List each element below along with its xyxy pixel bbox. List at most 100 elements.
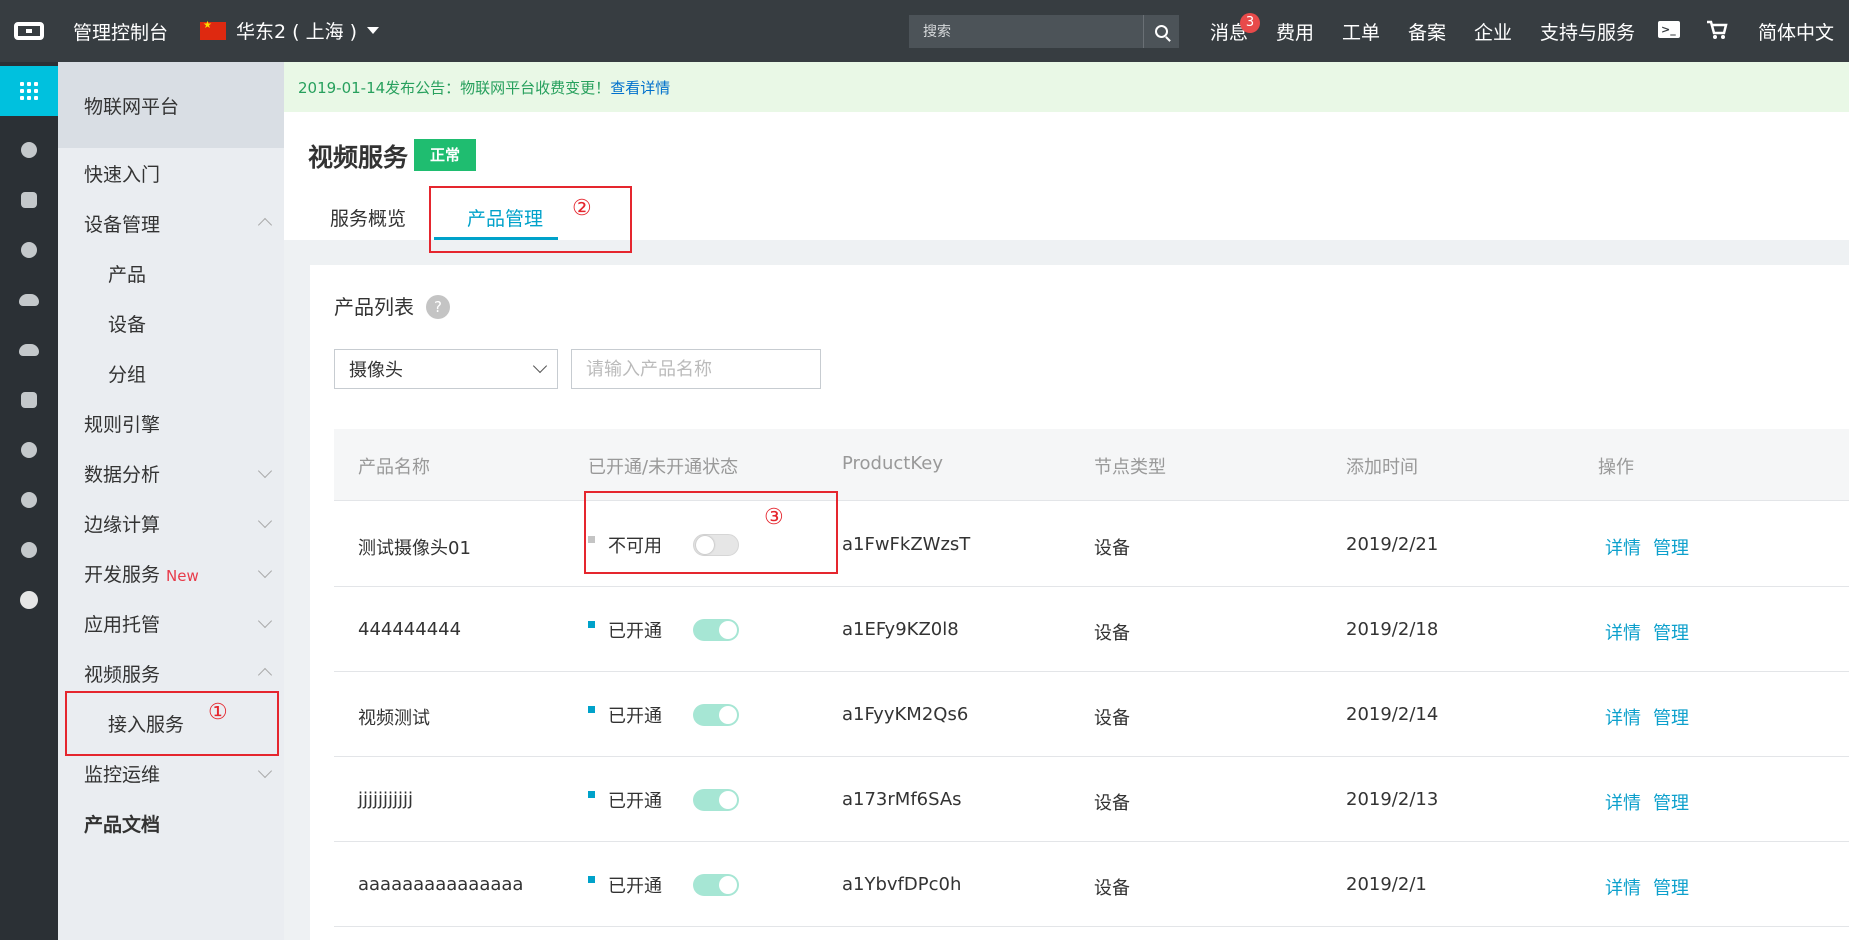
cloud-upload-icon xyxy=(19,344,39,356)
rail-network[interactable] xyxy=(0,375,58,425)
search-circle-icon xyxy=(21,142,37,158)
menu-product-docs[interactable]: 产品文档 xyxy=(84,810,160,837)
search-box xyxy=(909,15,1179,48)
region-selector[interactable]: 华东2 ( 上海 ) xyxy=(200,17,380,44)
node-type: 设备 xyxy=(1094,538,1130,559)
rail-apps[interactable] xyxy=(0,66,58,116)
manage-link[interactable]: 管理 xyxy=(1653,534,1689,560)
nav-tickets[interactable]: 工单 xyxy=(1342,18,1380,45)
page-title: 视频服务 xyxy=(308,143,409,172)
annotation-marker-3: ③ xyxy=(764,505,784,530)
rail-cloud-upload[interactable] xyxy=(0,325,58,375)
details-link[interactable]: 详情 xyxy=(1605,874,1641,900)
chevron-down-icon xyxy=(257,763,273,779)
rail-globe[interactable] xyxy=(0,475,58,525)
menu-device-management[interactable]: 设备管理 xyxy=(84,210,160,237)
product-key: a173rMf6SAs xyxy=(842,789,962,810)
chevron-down-icon xyxy=(257,463,273,479)
col-status: 已开通/未开通状态 xyxy=(588,457,739,478)
annotation-box-2 xyxy=(429,186,632,253)
caret-down-icon xyxy=(367,27,380,34)
language-selector[interactable]: 简体中文 xyxy=(1758,18,1834,45)
aliyun-logo-icon[interactable] xyxy=(0,0,58,62)
announcement-text: 2019-01-14发布公告：物联网平台收费变更！ xyxy=(298,78,611,97)
nav-support[interactable]: 支持与服务 xyxy=(1540,18,1635,45)
added-date: 2019/2/18 xyxy=(1346,619,1439,640)
menu-product[interactable]: 产品 xyxy=(108,260,146,287)
details-link[interactable]: 详情 xyxy=(1605,619,1641,645)
chevron-up-icon xyxy=(257,667,273,683)
search-button[interactable] xyxy=(1143,15,1179,48)
terminal-icon[interactable]: >_ xyxy=(1658,21,1680,38)
node-type: 设备 xyxy=(1094,623,1130,644)
manage-link[interactable]: 管理 xyxy=(1653,704,1689,730)
service-toggle[interactable] xyxy=(693,789,739,811)
col-product-name: 产品名称 xyxy=(358,457,430,478)
menu-data-analytics[interactable]: 数据分析 xyxy=(84,460,160,487)
node-type: 设备 xyxy=(1094,793,1130,814)
rail-circle[interactable] xyxy=(0,575,58,625)
menu-dev-service[interactable]: 开发服务 New xyxy=(84,560,199,587)
tab-service-overview[interactable]: 服务概览 xyxy=(330,204,406,231)
nav-icp[interactable]: 备案 xyxy=(1408,18,1446,45)
product-key: a1FwFkZWzsT xyxy=(842,534,971,555)
rail-search[interactable] xyxy=(0,125,58,175)
annotation-box-3 xyxy=(584,491,838,574)
menu-group[interactable]: 分组 xyxy=(108,360,146,387)
announcement-link[interactable]: 查看详情 xyxy=(610,77,670,98)
nav-enterprise[interactable]: 企业 xyxy=(1474,18,1512,45)
table-header: 产品名称 已开通/未开通状态 ProductKey 节点类型 添加时间 操作 xyxy=(334,429,1849,501)
status-label: 已开通 xyxy=(608,791,662,812)
status-dot xyxy=(588,791,595,798)
product-type-select[interactable]: 摄像头 xyxy=(334,349,558,389)
product-list-title: 产品列表 xyxy=(334,295,414,319)
added-date: 2019/2/13 xyxy=(1346,789,1439,810)
menu-monitoring[interactable]: 监控运维 xyxy=(84,760,160,787)
chevron-down-icon xyxy=(257,513,273,529)
product-key: a1EFy9KZ0l8 xyxy=(842,619,959,640)
rail-cloud[interactable] xyxy=(0,275,58,325)
product-key: a1FyyKM2Qs6 xyxy=(842,704,969,725)
menu-edge-computing[interactable]: 边缘计算 xyxy=(84,510,160,537)
node-type: 设备 xyxy=(1094,708,1130,729)
added-date: 2019/2/14 xyxy=(1346,704,1439,725)
service-toggle[interactable] xyxy=(693,704,739,726)
menu-rule-engine[interactable]: 规则引擎 xyxy=(84,410,160,437)
help-icon[interactable]: ? xyxy=(426,295,450,319)
cluster-icon xyxy=(21,442,37,458)
col-product-key: ProductKey xyxy=(842,453,943,474)
menu-app-hosting[interactable]: 应用托管 xyxy=(84,610,160,637)
rail-cluster[interactable] xyxy=(0,425,58,475)
service-toggle[interactable] xyxy=(693,874,739,896)
server-icon xyxy=(21,192,37,208)
details-link[interactable]: 详情 xyxy=(1605,534,1641,560)
product-name: 视频测试 xyxy=(358,708,430,729)
globe-icon xyxy=(21,492,37,508)
service-toggle[interactable] xyxy=(693,619,739,641)
product-list-panel: 产品列表 ? 摄像头 产品名称 已开通/未开通状态 ProductKey 节点类… xyxy=(310,265,1849,940)
rail-paw[interactable] xyxy=(0,225,58,275)
cart-icon[interactable] xyxy=(1706,20,1728,40)
product-name: aaaaaaaaaaaaaaa xyxy=(358,874,524,895)
console-title[interactable]: 管理控制台 xyxy=(73,18,168,45)
side-menu: 物联网平台 快速入门 设备管理 产品 设备 分组 规则引擎 数据分析 边缘计算 … xyxy=(58,62,284,940)
chevron-up-icon xyxy=(257,217,273,233)
manage-link[interactable]: 管理 xyxy=(1653,874,1689,900)
manage-link[interactable]: 管理 xyxy=(1653,789,1689,815)
details-link[interactable]: 详情 xyxy=(1605,789,1641,815)
manage-link[interactable]: 管理 xyxy=(1653,619,1689,645)
menu-quickstart[interactable]: 快速入门 xyxy=(84,160,160,187)
menu-device[interactable]: 设备 xyxy=(108,310,146,337)
status-label: 已开通 xyxy=(608,621,662,642)
details-link[interactable]: 详情 xyxy=(1605,704,1641,730)
rail-server[interactable] xyxy=(0,175,58,225)
rail-iot[interactable] xyxy=(0,525,58,575)
menu-video-service[interactable]: 视频服务 xyxy=(84,660,160,687)
search-input[interactable] xyxy=(909,15,1143,48)
chevron-down-icon xyxy=(532,358,548,374)
chevron-down-icon xyxy=(257,563,273,579)
nav-billing[interactable]: 费用 xyxy=(1276,18,1314,45)
product-name-search-input[interactable] xyxy=(571,349,821,389)
added-date: 2019/2/1 xyxy=(1346,874,1427,895)
table-row: aaaaaaaaaaaaaaa 已开通 a1YbvfDPc0h 设备 2019/… xyxy=(334,842,1849,927)
